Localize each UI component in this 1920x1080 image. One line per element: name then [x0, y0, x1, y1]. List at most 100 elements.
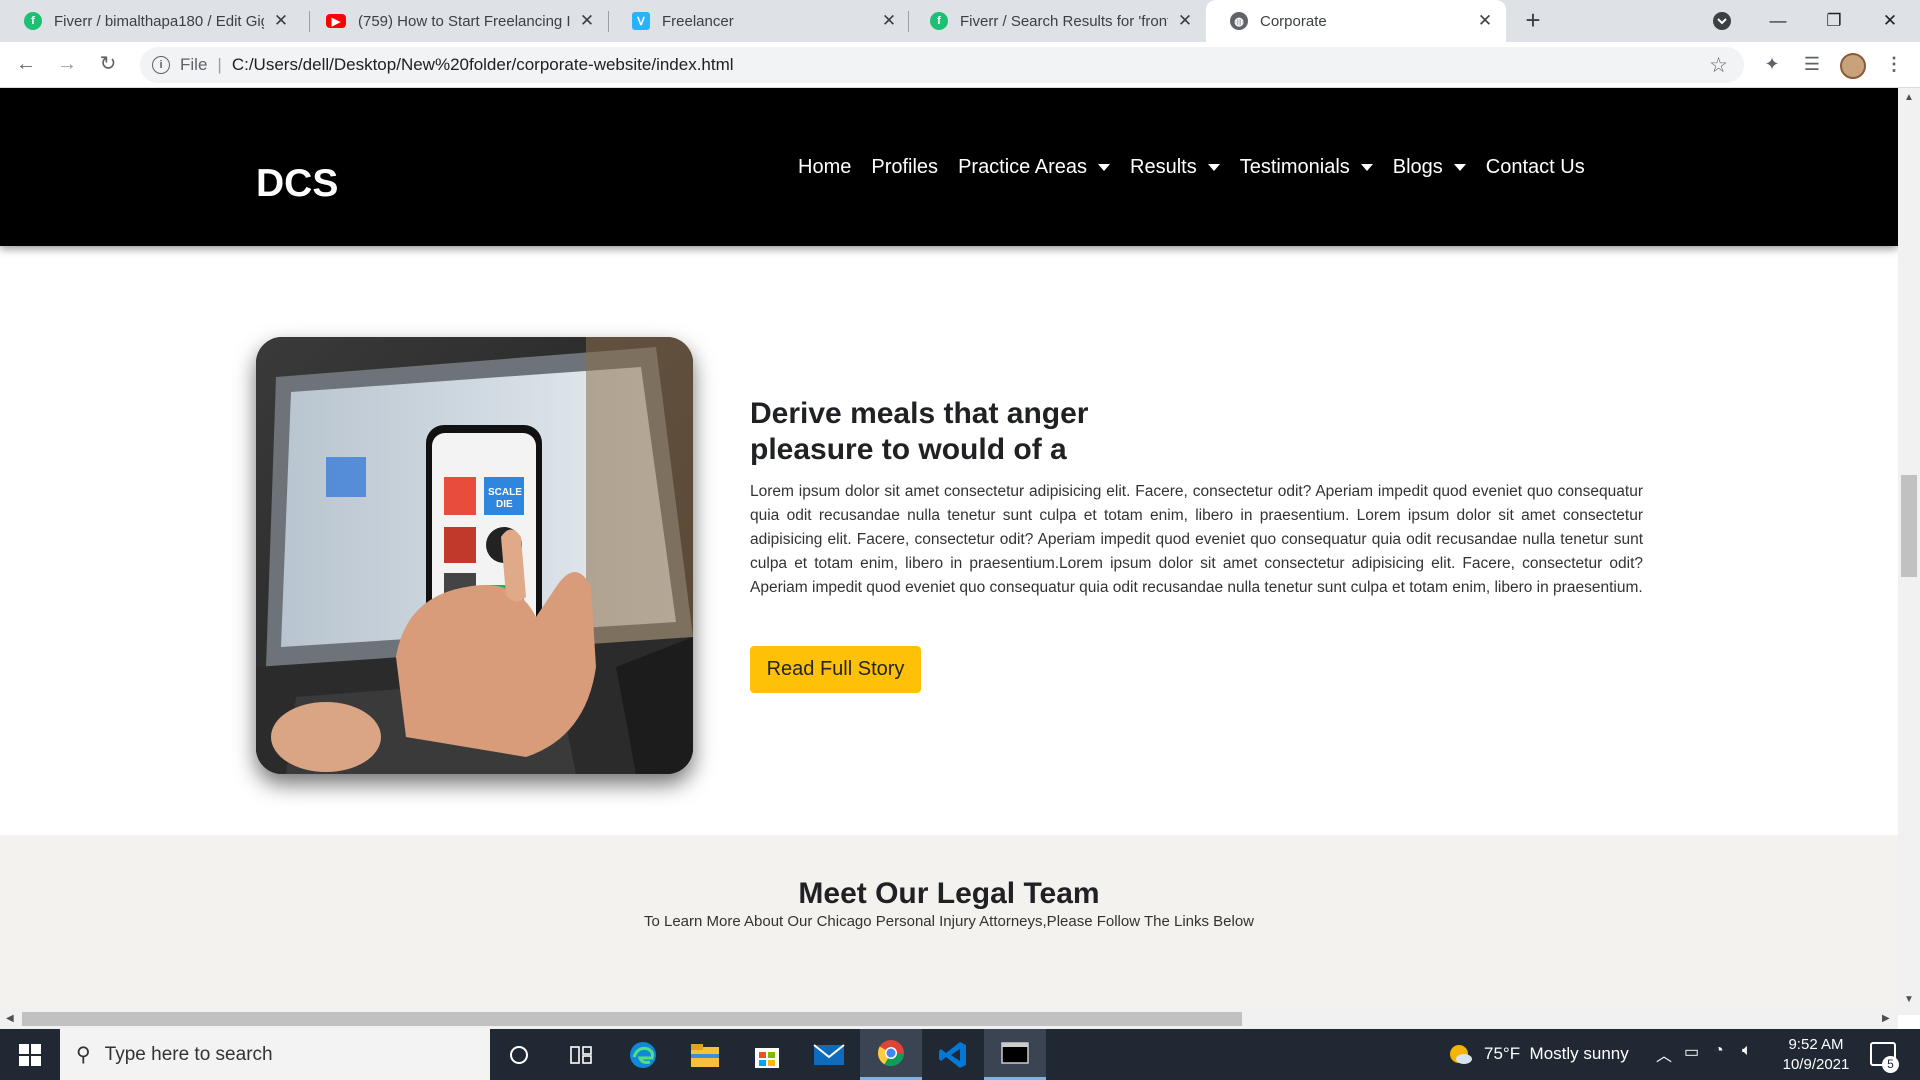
- caret-down-icon: [1207, 164, 1220, 171]
- minimize-icon[interactable]: —: [1750, 0, 1806, 42]
- nav-label: Blogs: [1392, 156, 1443, 178]
- nav-label: Testimonials: [1239, 156, 1350, 178]
- horizontal-scrollbar[interactable]: ◀ ▶: [0, 1008, 1898, 1030]
- browser-tab-corporate[interactable]: ◍ Corporate ✕: [1206, 0, 1506, 42]
- tab-title: (759) How to Start Freelancing In: [358, 12, 570, 30]
- vertical-scrollbar[interactable]: ▲ ▼: [1898, 88, 1920, 1015]
- browser-tab-fiverr-edit-gig[interactable]: f Fiverr / bimalthapa180 / Edit Gig ✕: [0, 0, 302, 42]
- close-window-icon[interactable]: ✕: [1862, 0, 1918, 42]
- terminal-icon[interactable]: [984, 1029, 1046, 1080]
- weather-text[interactable]: 75°F Mostly sunny: [1484, 1044, 1629, 1064]
- media-control-icon[interactable]: ☰: [1800, 54, 1824, 78]
- site-logo[interactable]: DCS: [256, 162, 338, 206]
- clock-time: 9:52 AM: [1788, 1036, 1844, 1053]
- legal-team-section: Meet Our Legal Team To Learn More About …: [0, 835, 1898, 1015]
- restore-icon[interactable]: ❐: [1806, 0, 1862, 42]
- task-view-icon[interactable]: [550, 1029, 612, 1080]
- nav-label: Home: [798, 156, 852, 178]
- wifi-icon[interactable]: ◔: [1714, 1042, 1724, 1060]
- browser-tab-youtube[interactable]: ▶ (759) How to Start Freelancing In ✕: [302, 0, 608, 42]
- close-tab-icon[interactable]: ✕: [1476, 11, 1494, 31]
- tab-search-icon[interactable]: [1694, 0, 1750, 42]
- nav-profiles[interactable]: Profiles: [861, 156, 948, 179]
- freelancer-icon: ᐯ: [632, 12, 650, 30]
- back-icon[interactable]: ←: [14, 53, 38, 77]
- tab-title: Freelancer: [662, 12, 734, 30]
- fiverr-icon: f: [930, 12, 948, 30]
- scroll-right-icon[interactable]: ▶: [1882, 1013, 1890, 1024]
- notification-count-badge: 5: [1882, 1056, 1899, 1073]
- site-info-icon[interactable]: i: [152, 56, 170, 74]
- url-divider: |: [217, 55, 222, 74]
- read-full-story-button[interactable]: Read Full Story: [750, 646, 921, 693]
- windows-taskbar: ⚲ Type here to search 75°F Mostly sunny …: [0, 1029, 1920, 1080]
- address-bar[interactable]: i File | C:/Users/dell/Desktop/New%20fol…: [140, 47, 1744, 83]
- horizontal-scroll-thumb[interactable]: [22, 1012, 1242, 1026]
- browser-tab-fiverr-search[interactable]: f Fiverr / Search Results for 'front e ✕: [906, 0, 1206, 42]
- clock-date: 10/9/2021: [1782, 1056, 1850, 1073]
- file-explorer-icon[interactable]: [674, 1029, 736, 1080]
- globe-icon: ◍: [1230, 12, 1248, 30]
- story-title: Derive meals that anger pleasure to woul…: [750, 397, 1089, 466]
- site-header: DCS Home Profiles Practice Areas Results…: [0, 88, 1898, 246]
- main-navigation: Home Profiles Practice Areas Results Tes…: [788, 156, 1595, 179]
- nav-testimonials[interactable]: Testimonials: [1230, 156, 1383, 179]
- forward-icon[interactable]: →: [55, 53, 79, 77]
- caret-down-icon: [1453, 164, 1466, 171]
- weather-icon[interactable]: [1447, 1042, 1473, 1071]
- svg-text:DIE: DIE: [496, 499, 513, 510]
- taskbar-search-input[interactable]: ⚲ Type here to search: [60, 1029, 490, 1080]
- scroll-up-icon[interactable]: ▲: [1904, 92, 1914, 103]
- chrome-icon[interactable]: [860, 1029, 922, 1080]
- nav-label: Profiles: [871, 156, 939, 178]
- browser-tab-freelancer[interactable]: ᐯ Freelancer ✕: [608, 0, 910, 42]
- youtube-icon: ▶: [326, 14, 346, 28]
- nav-home[interactable]: Home: [788, 156, 861, 179]
- menu-kebab-icon[interactable]: ⋮: [1882, 54, 1906, 78]
- team-title: Meet Our Legal Team: [798, 877, 1100, 910]
- new-tab-button[interactable]: +: [1520, 7, 1546, 34]
- vscode-icon[interactable]: [922, 1029, 984, 1080]
- fiverr-icon: f: [24, 12, 42, 30]
- nav-label: Results: [1130, 156, 1197, 178]
- nav-contact-us[interactable]: Contact Us: [1476, 156, 1595, 179]
- show-hidden-icons-chevron[interactable]: ︿: [1656, 1042, 1672, 1066]
- cortana-icon[interactable]: [488, 1029, 550, 1080]
- nav-label: Practice Areas: [958, 156, 1088, 178]
- microsoft-store-icon[interactable]: [736, 1029, 798, 1080]
- close-tab-icon[interactable]: ✕: [272, 11, 290, 31]
- story-image: SCALE DIE: [256, 337, 693, 774]
- close-tab-icon[interactable]: ✕: [578, 11, 596, 31]
- search-placeholder: Type here to search: [104, 1043, 273, 1065]
- edge-browser-icon[interactable]: [612, 1029, 674, 1080]
- url-text: C:/Users/dell/Desktop/New%20folder/corpo…: [231, 55, 734, 74]
- search-icon: ⚲: [76, 1044, 91, 1066]
- scroll-down-icon[interactable]: ▼: [1904, 994, 1914, 1005]
- page-viewport: DCS Home Profiles Practice Areas Results…: [0, 88, 1898, 1015]
- close-tab-icon[interactable]: ✕: [1176, 11, 1194, 31]
- system-clock[interactable]: 9:52 AM 10/9/2021: [1768, 1035, 1864, 1075]
- volume-icon[interactable]: 🔈︎: [1742, 1042, 1752, 1060]
- tab-title: Fiverr / Search Results for 'front e: [960, 12, 1168, 30]
- svg-text:SCALE: SCALE: [488, 487, 522, 498]
- profile-avatar[interactable]: [1840, 53, 1866, 79]
- close-tab-icon[interactable]: ✕: [880, 11, 898, 31]
- team-subtitle: To Learn More About Our Chicago Personal…: [643, 913, 1255, 930]
- nav-practice-areas[interactable]: Practice Areas: [948, 156, 1120, 179]
- nav-blogs[interactable]: Blogs: [1383, 156, 1476, 179]
- battery-icon[interactable]: ▭: [1684, 1042, 1699, 1062]
- windows-start-icon[interactable]: [0, 1029, 60, 1080]
- reload-icon[interactable]: ↻: [96, 53, 120, 77]
- caret-down-icon: [1360, 164, 1373, 171]
- caret-down-icon: [1098, 164, 1111, 171]
- vertical-scroll-thumb[interactable]: [1901, 475, 1917, 577]
- browser-tab-strip: f Fiverr / bimalthapa180 / Edit Gig ✕ ▶ …: [0, 0, 1920, 42]
- url-scheme: File: [180, 55, 208, 74]
- extensions-icon[interactable]: ✦: [1760, 54, 1784, 78]
- scroll-left-icon[interactable]: ◀: [6, 1013, 14, 1024]
- bookmark-star-icon[interactable]: ☆: [1709, 53, 1728, 78]
- browser-toolbar: ← → ↻ i File | C:/Users/dell/Desktop/New…: [0, 42, 1920, 88]
- nav-results[interactable]: Results: [1120, 156, 1230, 179]
- nav-label: Contact Us: [1485, 156, 1585, 178]
- mail-icon[interactable]: [798, 1029, 860, 1080]
